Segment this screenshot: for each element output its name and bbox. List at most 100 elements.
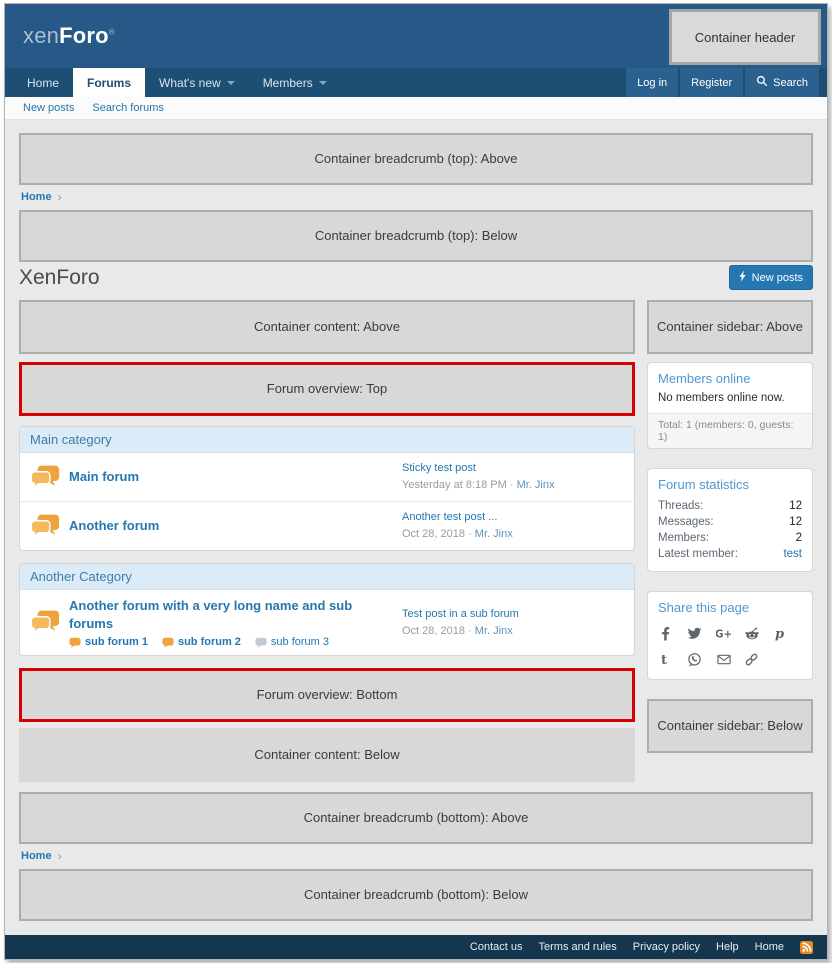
footer-link[interactable]: Help bbox=[716, 941, 739, 953]
forum-link[interactable]: Another forum bbox=[69, 518, 159, 533]
container-content-below-placeholder: Container content: Below bbox=[19, 728, 635, 783]
breadcrumb-home-link[interactable]: Home bbox=[21, 850, 52, 862]
subforum-bubble-icon bbox=[162, 637, 174, 648]
logo-foro: Foro bbox=[59, 23, 109, 48]
last-post-user-link[interactable]: Mr. Jinx bbox=[517, 479, 555, 491]
nav-tab-home[interactable]: Home bbox=[13, 68, 73, 97]
forum-row: Another forum Another test post ... Oct 28… bbox=[20, 502, 634, 550]
nav-tab-members[interactable]: Members bbox=[249, 68, 341, 97]
register-button[interactable]: Register bbox=[680, 68, 744, 97]
email-icon[interactable] bbox=[716, 652, 745, 667]
sidebar: Container sidebar: Above Members online … bbox=[647, 300, 813, 753]
container-sidebar-above-placeholder: Container sidebar: Above bbox=[647, 300, 813, 354]
stat-row: Latest member: test bbox=[658, 546, 802, 562]
stat-label: Latest member: bbox=[658, 548, 738, 560]
subforum-label: sub forum 1 bbox=[85, 636, 148, 649]
main-area: Container breadcrumb (top): Above Home ›… bbox=[5, 120, 827, 936]
footer-link[interactable]: Contact us bbox=[470, 941, 523, 953]
footer-link[interactable]: Privacy policy bbox=[633, 941, 700, 953]
forum-list: Main category Main forum Sticky test post Y… bbox=[19, 426, 635, 657]
whatsapp-icon[interactable] bbox=[687, 652, 716, 667]
category-title: Main category bbox=[20, 427, 634, 453]
subnav-link[interactable]: New posts bbox=[23, 102, 74, 114]
facebook-icon[interactable] bbox=[658, 626, 687, 641]
last-post-dateline: Oct 28, 2018 · Mr. Jinx bbox=[402, 623, 624, 640]
new-posts-button[interactable]: New posts bbox=[728, 265, 813, 290]
subnav: New posts Search forums bbox=[5, 97, 827, 120]
last-post-title-link[interactable]: Another test post ... bbox=[402, 509, 624, 526]
subnav-link[interactable]: Search forums bbox=[92, 102, 164, 114]
last-post-date: Oct 28, 2018 bbox=[402, 528, 465, 541]
last-post-title-link[interactable]: Sticky test post bbox=[402, 460, 624, 477]
logo-registered-mark: ® bbox=[108, 27, 115, 37]
forum-row: Another forum with a very long name and … bbox=[20, 590, 634, 655]
nav-tab-forums[interactable]: Forums bbox=[73, 68, 146, 97]
members-online-empty-text: No members online now. bbox=[658, 392, 785, 404]
subforum-bubble-icon bbox=[69, 637, 81, 648]
subforum-bubble-icon bbox=[255, 637, 267, 648]
last-post-date: Oct 28, 2018 bbox=[402, 624, 465, 637]
last-post-date: Yesterday at 8:18 PM bbox=[402, 479, 507, 492]
breadcrumb-bottom: Home › bbox=[21, 849, 811, 863]
stat-label: Members: bbox=[658, 532, 710, 544]
last-post-meta: Test post in a sub forum Oct 28, 2018 · M… bbox=[402, 606, 624, 640]
nav-tab-what-s-new[interactable]: What's new bbox=[145, 68, 249, 97]
last-post-title-link[interactable]: Test post in a sub forum bbox=[402, 606, 624, 623]
latest-member-link[interactable]: test bbox=[783, 548, 802, 560]
breadcrumb-separator: › bbox=[57, 190, 62, 204]
container-content-above-placeholder: Container content: Above bbox=[19, 300, 635, 354]
meta-separator: · bbox=[468, 528, 472, 541]
login-button[interactable]: Log in bbox=[626, 68, 679, 97]
forum-link[interactable]: Main forum bbox=[69, 469, 139, 484]
container-breadcrumb-bottom-below-placeholder: Container breadcrumb (bottom): Below bbox=[19, 869, 813, 922]
site-header: xenForo® Container header bbox=[5, 4, 827, 68]
stat-row: Messages: 12 bbox=[658, 514, 802, 530]
last-post-user-link[interactable]: Mr. Jinx bbox=[475, 528, 513, 540]
page-title: XenForo bbox=[19, 265, 100, 289]
forum-bubbles-icon bbox=[30, 609, 60, 636]
reddit-icon[interactable] bbox=[744, 626, 773, 641]
share-title: Share this page bbox=[658, 600, 750, 615]
register-label: Register bbox=[691, 76, 733, 89]
pinterest-icon[interactable]: p bbox=[773, 626, 802, 641]
forum-statistics-title: Forum statistics bbox=[658, 477, 750, 492]
forum-bubbles-icon bbox=[30, 513, 60, 540]
subforum-link[interactable]: sub forum 1 bbox=[69, 636, 148, 648]
subforum-list: sub forum 1 sub forum 2 sub forum 3 bbox=[69, 636, 393, 648]
subforum-label: sub forum 3 bbox=[270, 636, 329, 649]
breadcrumb-home-link[interactable]: Home bbox=[21, 191, 52, 203]
last-post-meta: Sticky test post Yesterday at 8:18 PM · M… bbox=[402, 460, 624, 494]
login-label: Log in bbox=[637, 76, 668, 89]
stat-row: Threads: 12 bbox=[658, 498, 802, 514]
last-post-meta: Another test post ... Oct 28, 2018 · Mr. … bbox=[402, 509, 624, 543]
category-title: Another Category bbox=[20, 564, 634, 591]
nav-tab-label: Forums bbox=[87, 75, 132, 90]
stat-value: 12 bbox=[789, 500, 802, 512]
footer-links: Contact us Terms and rules Privacy policy H… bbox=[470, 941, 784, 953]
footer-link[interactable]: Terms and rules bbox=[539, 941, 617, 953]
search-button[interactable]: Search bbox=[745, 68, 819, 97]
subforum-link[interactable]: sub forum 2 bbox=[162, 636, 241, 648]
subforum-label: sub forum 2 bbox=[177, 636, 241, 649]
main-navbar: Home Forums What's new Members Log in Regis… bbox=[5, 68, 827, 97]
lightning-bolt-icon bbox=[739, 270, 747, 285]
twitter-icon[interactable] bbox=[687, 626, 716, 641]
rss-icon[interactable] bbox=[800, 940, 813, 954]
xenforo-logo[interactable]: xenForo® bbox=[23, 23, 115, 49]
tumblr-icon[interactable]: t bbox=[658, 652, 687, 667]
chevron-down-icon bbox=[318, 80, 327, 85]
stat-value: 2 bbox=[795, 532, 802, 544]
forum-bubbles-icon bbox=[30, 464, 60, 491]
footer-link[interactable]: Home bbox=[755, 941, 784, 953]
last-post-user-link[interactable]: Mr. Jinx bbox=[475, 625, 513, 637]
forum-link[interactable]: Another forum with a very long name and … bbox=[69, 598, 352, 631]
container-sidebar-below-placeholder: Container sidebar: Below bbox=[647, 699, 813, 753]
breadcrumb: Home › bbox=[21, 190, 811, 204]
forum-main: Main forum bbox=[69, 468, 393, 486]
subforum-link[interactable]: sub forum 3 bbox=[255, 636, 329, 648]
stat-label: Threads: bbox=[658, 500, 704, 512]
nav-tabs: Home Forums What's new Members bbox=[13, 68, 341, 97]
link-icon[interactable] bbox=[744, 652, 773, 667]
google-plus-icon[interactable]: G+ bbox=[716, 626, 745, 641]
members-online-title[interactable]: Members online bbox=[648, 363, 812, 391]
